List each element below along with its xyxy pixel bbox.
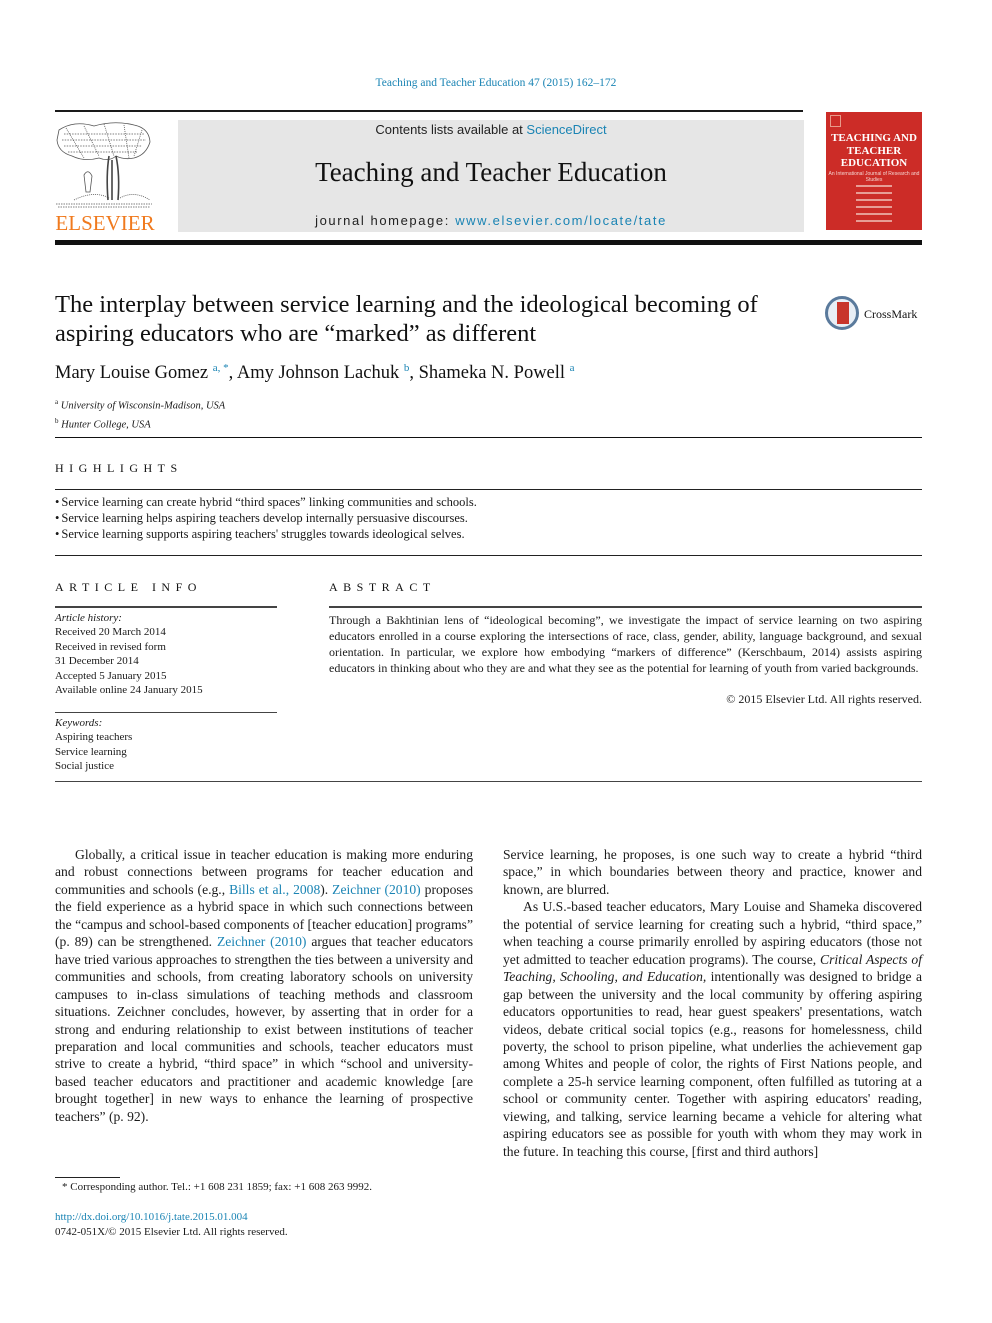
- citation-link[interactable]: Zeichner (2010): [217, 934, 306, 949]
- affiliation-key: a: [55, 398, 59, 406]
- citation-link[interactable]: Zeichner (2010): [332, 882, 421, 897]
- cover-text-line: [856, 213, 892, 215]
- article-title: The interplay between service learning a…: [55, 291, 758, 347]
- keywords-label: Keywords:: [55, 717, 103, 729]
- history-entry: Received in revised form: [55, 640, 166, 653]
- keyword: Service learning: [55, 745, 127, 758]
- cover-title: TEACHING AND TEACHER EDUCATION: [831, 132, 917, 169]
- author-affiliation-marker[interactable]: a, *: [213, 362, 229, 374]
- issn-copyright: 0742-051X/© 2015 Elsevier Ltd. All right…: [55, 1226, 288, 1238]
- author-name[interactable]: Amy Johnson Lachuk: [237, 363, 399, 383]
- journal-cover-thumbnail[interactable]: TEACHING AND TEACHER EDUCATION An Intern…: [826, 112, 922, 230]
- corresponding-author-footnote: * Corresponding author. Tel.: +1 608 231…: [62, 1181, 372, 1193]
- cover-publisher-icon: [830, 115, 841, 127]
- highlights-list: Service learning can create hybrid “thir…: [55, 494, 915, 543]
- highlights-heading: HIGHLIGHTS: [55, 461, 183, 475]
- article-history: Article history: Received 20 March 2014 …: [55, 611, 277, 697]
- cover-text-line: [856, 199, 892, 201]
- body-text: argues that teacher educators have tried…: [55, 934, 474, 1124]
- keywords-divider: [55, 712, 277, 713]
- article-info-divider: [55, 606, 277, 608]
- cover-text-line: [856, 192, 892, 194]
- affiliation: b Hunter College, USA: [55, 414, 455, 433]
- keyword: Social justice: [55, 760, 114, 773]
- affiliation-text: Hunter College, USA: [61, 419, 151, 430]
- title-block-divider: [55, 437, 922, 438]
- body-column-left: Globally, a critical issue in teacher ed…: [55, 846, 473, 1125]
- cover-subtitle: An International Journal of Research and…: [828, 171, 920, 183]
- article-history-label: Article history:: [55, 612, 122, 624]
- citation-link[interactable]: Bills et al., 2008: [229, 882, 320, 897]
- abstract-copyright: © 2015 Elsevier Ltd. All rights reserved…: [726, 692, 922, 706]
- author-affiliation-marker[interactable]: a: [570, 362, 575, 374]
- cover-text-line: [856, 220, 892, 222]
- affiliations: a University of Wisconsin-Madison, USA b…: [55, 395, 455, 432]
- body-paragraph: Globally, a critical issue in teacher ed…: [55, 846, 473, 1125]
- article-info-bottom-divider: [55, 781, 277, 782]
- history-entry: 31 December 2014: [55, 655, 139, 668]
- body-text: ).: [320, 881, 333, 897]
- journal-name: Teaching and Teacher Education: [315, 157, 667, 187]
- highlights-divider: [55, 489, 922, 490]
- cover-text-line: [856, 185, 892, 187]
- sciencedirect-link[interactable]: ScienceDirect: [526, 122, 606, 137]
- highlight-item: Service learning supports aspiring teach…: [55, 526, 915, 542]
- journal-homepage: journal homepage: www.elsevier.com/locat…: [178, 213, 804, 228]
- footnote-divider: [55, 1177, 120, 1178]
- author-list: Mary Louise Gomez a, *, Amy Johnson Lach…: [55, 362, 855, 384]
- elsevier-wordmark: ELSEVIER: [55, 211, 155, 235]
- body-paragraph: Service learning, he proposes, is one su…: [503, 847, 922, 897]
- contents-availability: Contents lists available at ScienceDirec…: [178, 122, 804, 137]
- highlight-item: Service learning can create hybrid “thir…: [55, 494, 915, 510]
- author-name[interactable]: Mary Louise Gomez: [55, 363, 208, 383]
- doi-link[interactable]: http://dx.doi.org/10.1016/j.tate.2015.01…: [55, 1211, 248, 1223]
- masthead-divider: [55, 240, 922, 245]
- crossmark-ribbon-icon: [837, 302, 849, 324]
- author-name[interactable]: Shameka N. Powell: [419, 363, 565, 383]
- contents-prefix: Contents lists available at: [375, 122, 527, 137]
- elsevier-logo[interactable]: ELSEVIER: [54, 120, 156, 235]
- keyword: Aspiring teachers: [55, 731, 133, 744]
- body-paragraph: As U.S.-based teacher educators, Mary Lo…: [503, 898, 922, 1160]
- journal-masthead: Contents lists available at ScienceDirec…: [178, 120, 804, 232]
- abstract-heading: ABSTRACT: [329, 580, 436, 594]
- author-separator: ,: [228, 363, 237, 384]
- journal-homepage-link[interactable]: www.elsevier.com/locate/tate: [455, 213, 667, 228]
- author-separator: ,: [409, 363, 419, 384]
- abstract-bottom-divider: [277, 781, 922, 782]
- abstract-text: Through a Bakhtinian lens of “ideologica…: [329, 613, 922, 675]
- homepage-prefix: journal homepage:: [315, 213, 456, 228]
- keywords: Keywords: Aspiring teachers Service lear…: [55, 716, 277, 774]
- body-column-right: Service learning, he proposes, is one su…: [503, 846, 922, 1160]
- article-info-heading: ARTICLE INFO: [55, 580, 202, 594]
- header-divider: [55, 110, 803, 112]
- crossmark-label: CrossMark: [864, 307, 918, 321]
- affiliation-key: b: [55, 416, 59, 425]
- cover-text-line: [856, 206, 892, 208]
- running-head-citation[interactable]: Teaching and Teacher Education 47 (2015)…: [0, 77, 992, 89]
- crossmark-button[interactable]: CrossMark: [825, 296, 925, 336]
- abstract-divider: [329, 606, 922, 608]
- affiliation-text: University of Wisconsin-Madison, USA: [60, 400, 226, 412]
- history-entry: Available online 24 January 2015: [55, 684, 203, 697]
- history-entry: Received 20 March 2014: [55, 626, 166, 639]
- crossmark-icon: [825, 296, 859, 330]
- highlights-bottom-divider: [55, 555, 922, 556]
- history-entry: Accepted 5 January 2015: [55, 669, 167, 682]
- highlight-item: Service learning helps aspiring teachers…: [55, 510, 915, 526]
- elsevier-tree-icon: [56, 122, 152, 208]
- affiliation: a University of Wisconsin-Madison, USA: [55, 395, 455, 414]
- body-text: intentionally was designed to bridge a g…: [503, 969, 922, 1159]
